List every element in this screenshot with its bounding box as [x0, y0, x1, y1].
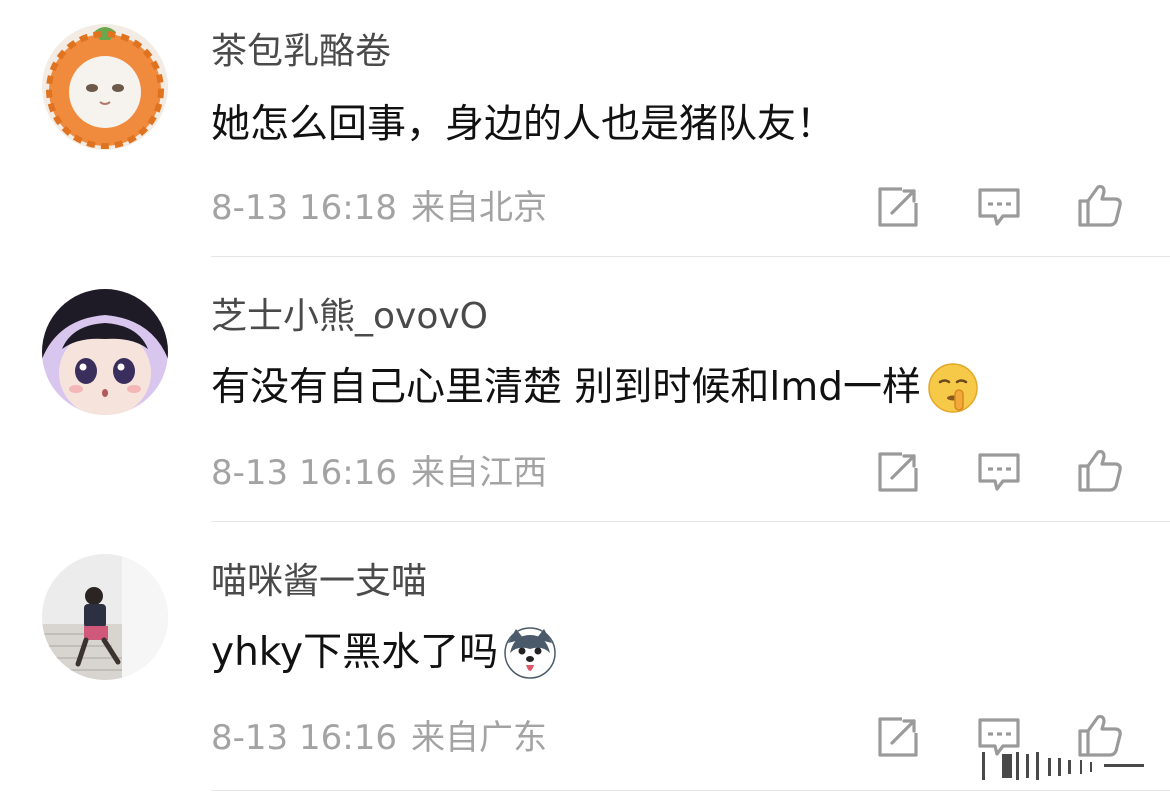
divider — [211, 256, 1170, 257]
comment-location: 来自江西 — [410, 453, 547, 493]
comment-button[interactable] — [975, 183, 1023, 231]
comment-text-content: yhky下黑水了吗 — [211, 630, 499, 675]
comment-time: 8-13 16:16 — [211, 453, 397, 493]
repost-button[interactable] — [874, 713, 922, 761]
comment-icon — [978, 188, 1020, 226]
like-button[interactable] — [1076, 181, 1124, 229]
comment-text: 她怎么回事，身边的人也是猪队友！ — [211, 99, 835, 151]
comment-text: 有没有自己心里清楚 别到时候和lmd一样 — [211, 360, 981, 416]
comment-meta: 8-13 16:16 来自广东 — [211, 716, 547, 760]
like-button[interactable] — [1076, 446, 1124, 494]
repost-icon — [878, 717, 918, 757]
comment-icon — [978, 453, 1020, 491]
divider — [211, 521, 1170, 522]
comment-time: 8-13 16:18 — [211, 188, 397, 228]
repost-icon — [878, 187, 918, 227]
husky-dog-emoji — [502, 625, 558, 681]
comment-meta: 8-13 16:18 来自北京 — [211, 186, 547, 230]
username[interactable]: 茶包乳酪卷 — [211, 30, 391, 74]
like-icon — [1078, 449, 1122, 492]
repost-button[interactable] — [874, 448, 922, 496]
avatar[interactable] — [42, 554, 168, 680]
repost-icon — [878, 452, 918, 492]
anime-girl-avatar-image — [42, 289, 168, 415]
repost-button[interactable] — [874, 183, 922, 231]
comment-text: yhky下黑水了吗 — [211, 625, 558, 681]
avatar[interactable] — [42, 24, 168, 150]
comment-time: 8-13 16:16 — [211, 718, 397, 758]
cat-avatar-image — [42, 24, 168, 150]
comment-location: 来自广东 — [410, 718, 547, 758]
girl-photo-avatar-image — [42, 554, 168, 680]
like-icon — [1078, 184, 1122, 227]
divider — [211, 790, 1170, 791]
comment-location: 来自北京 — [410, 188, 547, 228]
comment-button[interactable] — [975, 448, 1023, 496]
username[interactable]: 喵咪酱一支喵 — [211, 560, 427, 604]
watermark — [982, 752, 1144, 780]
comment-text-content: 有没有自己心里清楚 别到时候和lmd一样 — [211, 365, 921, 410]
comment-item: 茶包乳酪卷 她怎么回事，身边的人也是猪队友！ 8-13 16:18 来自北京 — [0, 0, 1170, 265]
shush-face-emoji — [925, 360, 981, 416]
comment-item: 芝士小熊_ovovO 有没有自己心里清楚 别到时候和lmd一样 8-13 16:… — [0, 265, 1170, 530]
comment-text-content: 她怎么回事，身边的人也是猪队友！ — [211, 102, 836, 147]
comment-meta: 8-13 16:16 来自江西 — [211, 451, 547, 495]
avatar[interactable] — [42, 289, 168, 415]
username[interactable]: 芝士小熊_ovovO — [211, 295, 488, 339]
